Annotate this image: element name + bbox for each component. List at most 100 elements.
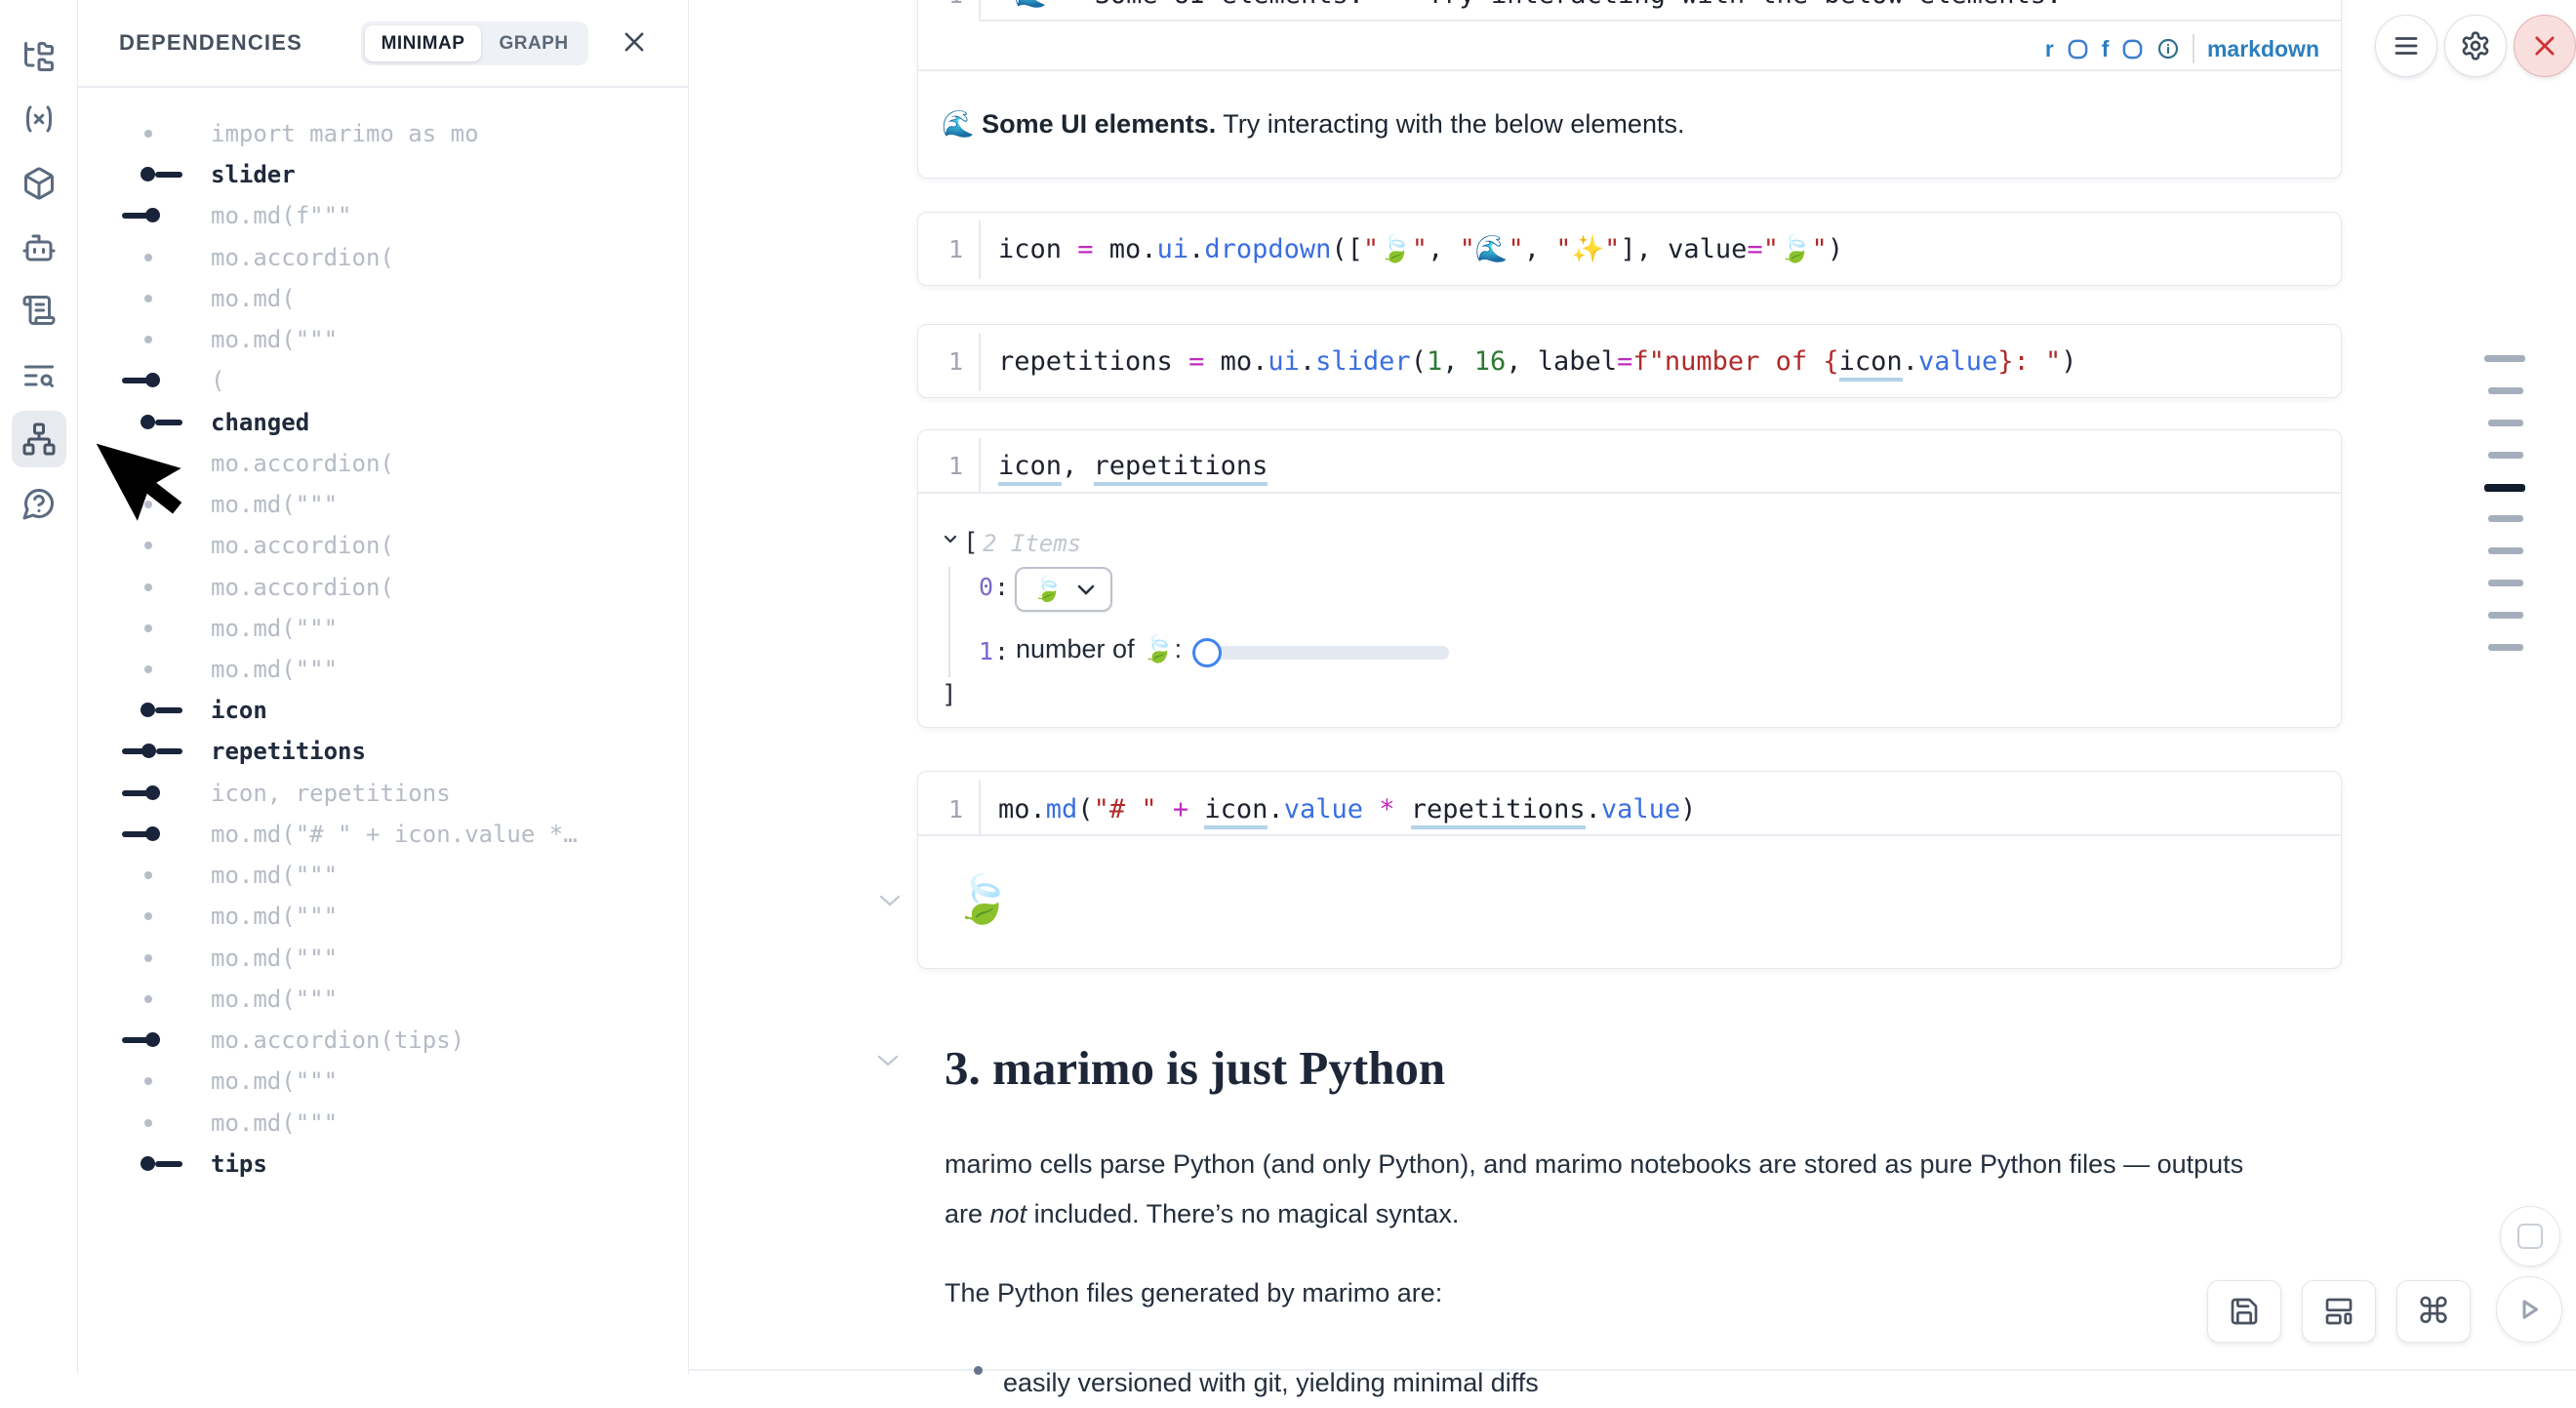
isolated-cell-dot xyxy=(144,295,152,302)
scrollmap-mark[interactable] xyxy=(2488,547,2523,554)
scrollmap-mark[interactable] xyxy=(2488,420,2523,426)
minimap-item[interactable]: mo.accordion( xyxy=(78,237,688,278)
settings-button[interactable] xyxy=(2444,15,2507,77)
scrollmap-mark[interactable] xyxy=(2484,355,2525,362)
package-icon[interactable] xyxy=(21,166,57,201)
format-toggle-label[interactable]: f xyxy=(2102,36,2110,62)
minimap-item[interactable]: mo.md(""" xyxy=(78,1061,688,1102)
tab-graph[interactable]: GRAPH xyxy=(485,21,583,65)
format-toggle-icon[interactable] xyxy=(2121,38,2144,60)
dependencies-icon[interactable] xyxy=(21,422,57,457)
cell-language-badge[interactable]: markdown xyxy=(2207,36,2319,62)
line-number: 1 xyxy=(918,793,963,825)
minimap-item[interactable]: mo.md(""" xyxy=(78,319,688,360)
minimap-item[interactable]: mo.md("# " + icon.value *… xyxy=(78,814,688,855)
save-icon xyxy=(2229,1296,2260,1327)
minimap-item[interactable]: mo.md(""" xyxy=(78,608,688,649)
info-icon[interactable] xyxy=(2156,37,2180,60)
cell-slider-code[interactable]: 1 repetitions = mo.ui.slider(1, 16, labe… xyxy=(917,324,2342,398)
close-icon xyxy=(2531,32,2558,60)
slider-thumb[interactable] xyxy=(1192,638,1222,667)
tree-index-1: 1 xyxy=(979,637,993,665)
minimap-item[interactable]: mo.accordion(tips) xyxy=(78,1020,688,1061)
scrollmap-mark[interactable] xyxy=(2488,452,2523,459)
line-number: 1 xyxy=(918,0,963,11)
scrollmap-mark-active[interactable] xyxy=(2484,484,2525,492)
reactive-toggle-icon[interactable] xyxy=(2067,38,2089,60)
snippets-search-icon[interactable] xyxy=(21,358,57,393)
cell-tuple-output[interactable]: 1 icon, repetitions [ 2 Items 0 : 🍃 1 : … xyxy=(917,429,2342,728)
cell-md-leaf[interactable]: 1 mo.md("# " + icon.value * repetitions.… xyxy=(917,771,2342,969)
functions-icon[interactable] xyxy=(21,101,57,137)
output-bold-text: Some UI elements. xyxy=(982,109,1216,139)
section-collapse-icon[interactable] xyxy=(876,1054,900,1067)
cell-markdown-intro[interactable]: 1 "🌊 **Some UI elements.** Try interacti… xyxy=(917,0,2342,179)
file-tree-icon[interactable] xyxy=(21,39,57,74)
minimap-item[interactable]: ( xyxy=(78,360,688,401)
minimap-item[interactable]: icon, repetitions xyxy=(78,773,688,814)
dropdown-select[interactable]: 🍃 xyxy=(1015,567,1112,612)
gutter-divider xyxy=(979,780,981,834)
code-editor-line[interactable]: icon, repetitions xyxy=(998,450,1268,482)
dependency-marker xyxy=(145,826,160,841)
code-editor-line[interactable]: icon = mo.ui.dropdown(["🍃", "🌊", "✨"], v… xyxy=(998,233,1843,265)
minimap-item-label: mo.md("# " + icon.value *… xyxy=(211,814,578,855)
run-button[interactable] xyxy=(2496,1276,2562,1343)
minimap-item-label: import marimo as mo xyxy=(211,113,479,154)
minimap-item-label: mo.accordion( xyxy=(211,567,394,608)
minimap-item[interactable]: mo.md(""" xyxy=(78,649,688,690)
help-icon[interactable] xyxy=(21,486,57,521)
minimap-item[interactable]: mo.md(f""" xyxy=(78,195,688,236)
save-button[interactable] xyxy=(2207,1280,2281,1343)
shutdown-button[interactable] xyxy=(2514,15,2576,77)
paragraph-1-line-2-end: included. There’s no magical syntax. xyxy=(1026,1199,1459,1228)
minimap-item-label: mo.md(""" xyxy=(211,608,338,649)
minimap-item[interactable]: icon xyxy=(78,690,688,731)
ai-assistant-icon[interactable] xyxy=(21,230,57,265)
dependency-marker xyxy=(141,1156,155,1171)
isolated-cell-dot xyxy=(144,336,152,343)
minimap-item[interactable]: mo.md(""" xyxy=(78,979,688,1020)
layout-button[interactable] xyxy=(2302,1280,2376,1343)
scrollmap-mark[interactable] xyxy=(2488,644,2523,651)
scrollmap-mark[interactable] xyxy=(2488,387,2523,394)
isolated-cell-dot xyxy=(144,1119,152,1127)
menu-button[interactable] xyxy=(2375,15,2437,77)
isolated-cell-dot xyxy=(144,871,152,879)
minimap-item[interactable]: mo.accordion( xyxy=(78,567,688,608)
dependency-marker xyxy=(155,1161,182,1167)
minimap-item[interactable]: slider xyxy=(78,154,688,195)
stop-button[interactable] xyxy=(2500,1206,2560,1267)
toolbar-divider xyxy=(2193,34,2194,63)
minimap-item[interactable]: import marimo as mo xyxy=(78,113,688,154)
array-close-bracket: ] xyxy=(942,680,957,709)
array-open-bracket: [ xyxy=(963,528,979,557)
minimap-item[interactable]: mo.md(""" xyxy=(78,855,688,896)
minimap-item[interactable]: mo.md(""" xyxy=(78,896,688,937)
logs-icon[interactable] xyxy=(21,293,57,328)
minimap-item[interactable]: repetitions xyxy=(78,731,688,772)
code-editor-line[interactable]: mo.md("# " + icon.value * repetitions.va… xyxy=(998,793,1696,825)
minimap-item-label: mo.accordion( xyxy=(211,525,394,566)
tab-minimap[interactable]: MINIMAP xyxy=(365,25,481,61)
scrollmap-mark[interactable] xyxy=(2488,612,2523,619)
dependency-marker xyxy=(122,213,148,219)
reactive-toggle-label[interactable]: r xyxy=(2045,36,2054,62)
output-divider xyxy=(918,834,2341,836)
cell-collapse-icon[interactable] xyxy=(878,894,902,907)
minimap-item[interactable]: mo.md(""" xyxy=(78,938,688,979)
cell-dropdown-code[interactable]: 1 icon = mo.ui.dropdown(["🍃", "🌊", "✨"],… xyxy=(917,212,2342,286)
minimap-item[interactable]: mo.md(""" xyxy=(78,1103,688,1144)
close-panel-icon[interactable] xyxy=(621,28,648,56)
minimap-item[interactable]: tips xyxy=(78,1144,688,1185)
code-editor-line[interactable]: "🌊 **Some UI elements.** Try interacting… xyxy=(998,0,2062,11)
minimap-item[interactable]: mo.md( xyxy=(78,278,688,319)
dependency-marker xyxy=(145,208,160,222)
scrollmap-mark[interactable] xyxy=(2488,515,2523,522)
shortcuts-button[interactable]: ⌘ xyxy=(2396,1280,2471,1343)
scrollmap-mark[interactable] xyxy=(2488,580,2523,586)
slider-track[interactable] xyxy=(1208,646,1449,660)
tree-collapse-icon[interactable] xyxy=(944,535,957,543)
code-editor-line[interactable]: repetitions = mo.ui.slider(1, 16, label=… xyxy=(998,345,2077,378)
dependency-marker xyxy=(155,172,182,178)
